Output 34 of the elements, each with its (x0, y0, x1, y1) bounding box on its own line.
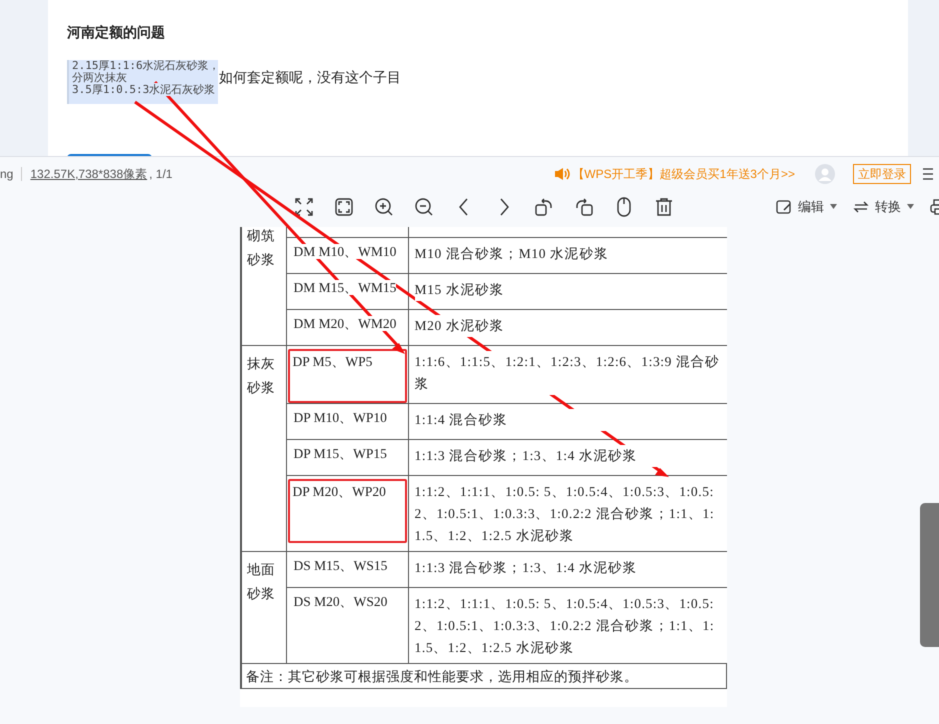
zoom-in-icon[interactable] (373, 196, 395, 218)
file-size-link[interactable]: 132.57K (30, 165, 76, 183)
table-note: 备注：其它砂浆可根据强度和性能要求，选用相应的预拌砂浆。 (246, 669, 638, 684)
delete-icon[interactable] (653, 196, 675, 218)
table-cell: DP M20、WP20 (292, 484, 386, 499)
file-name: ng (0, 166, 14, 183)
table-cell: DM M15、WM15 (294, 280, 396, 295)
table-cell: DP M15、WP15 (294, 446, 387, 461)
table-cell-text: 抹灰砂浆 (247, 355, 275, 397)
post-title: 河南定额的问题 (67, 23, 166, 42)
fullscreen-icon[interactable] (293, 196, 315, 218)
quoted-text-image: 2.15厚1:1:6水泥石灰砂浆， 分两次抹灰 3.5厚1:0.5:3水泥石灰砂浆 (67, 60, 218, 104)
caret-icon (830, 204, 837, 210)
table-cell: DS M20、WS20 (294, 594, 388, 609)
table-cell: DM M10、WM10 (294, 244, 396, 259)
caret-icon (907, 204, 914, 210)
edit-button[interactable]: 编辑 (776, 197, 837, 216)
table-cell-text: 砌筑砂浆 (247, 227, 275, 269)
table-cell: 1:1:6、1:1:5、1:2:1、1:2:3、1:2:6、1:3:9 混合砂浆 (414, 351, 720, 395)
fit-screen-icon[interactable] (333, 196, 355, 218)
table-cell-text: 地面砂浆 (247, 561, 275, 603)
question-text: 如何套定额呢，没有这个子目 (219, 68, 401, 87)
table-cell: DP M5、WP5 (292, 354, 372, 369)
swap-icon (853, 198, 869, 215)
table-cell: DM M20、WM20 (294, 316, 396, 331)
table-cell: DP M10、WP10 (294, 410, 387, 425)
page-count: , 1/1 (149, 166, 172, 183)
menu-icon[interactable] (923, 168, 933, 180)
zoom-out-icon[interactable] (413, 196, 435, 218)
table-cell: DS M15、WS15 (294, 558, 388, 573)
speaker-icon (554, 167, 570, 181)
image-edit-icon (776, 198, 792, 215)
dimensions-link[interactable]: ,738*838像素 (75, 165, 148, 183)
convert-button[interactable]: 转换 (853, 197, 914, 216)
